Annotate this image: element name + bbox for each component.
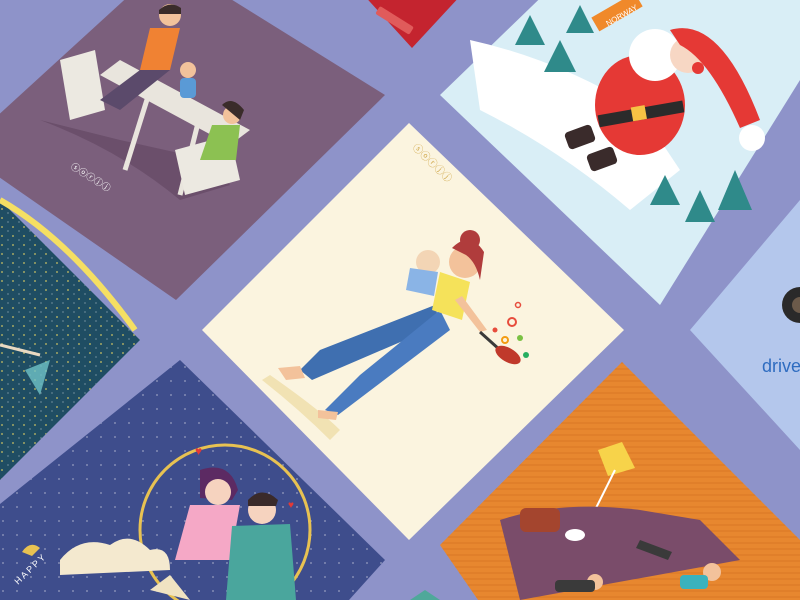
child-head: [180, 62, 196, 78]
collage-stage: ⓢⓞⓡⓙⓙ NORWAY ⓢⓞⓡⓙⓙ drive ♥ ♥ HAPPY: [0, 0, 800, 600]
drive-text: drive: [762, 356, 800, 376]
svg-text:♥: ♥: [288, 500, 294, 511]
collage-canvas: ⓢⓞⓡⓙⓙ NORWAY ⓢⓞⓡⓙⓙ drive ♥ ♥ HAPPY: [0, 0, 800, 600]
svg-text:♥: ♥: [195, 444, 202, 458]
man-robe: [226, 524, 296, 600]
